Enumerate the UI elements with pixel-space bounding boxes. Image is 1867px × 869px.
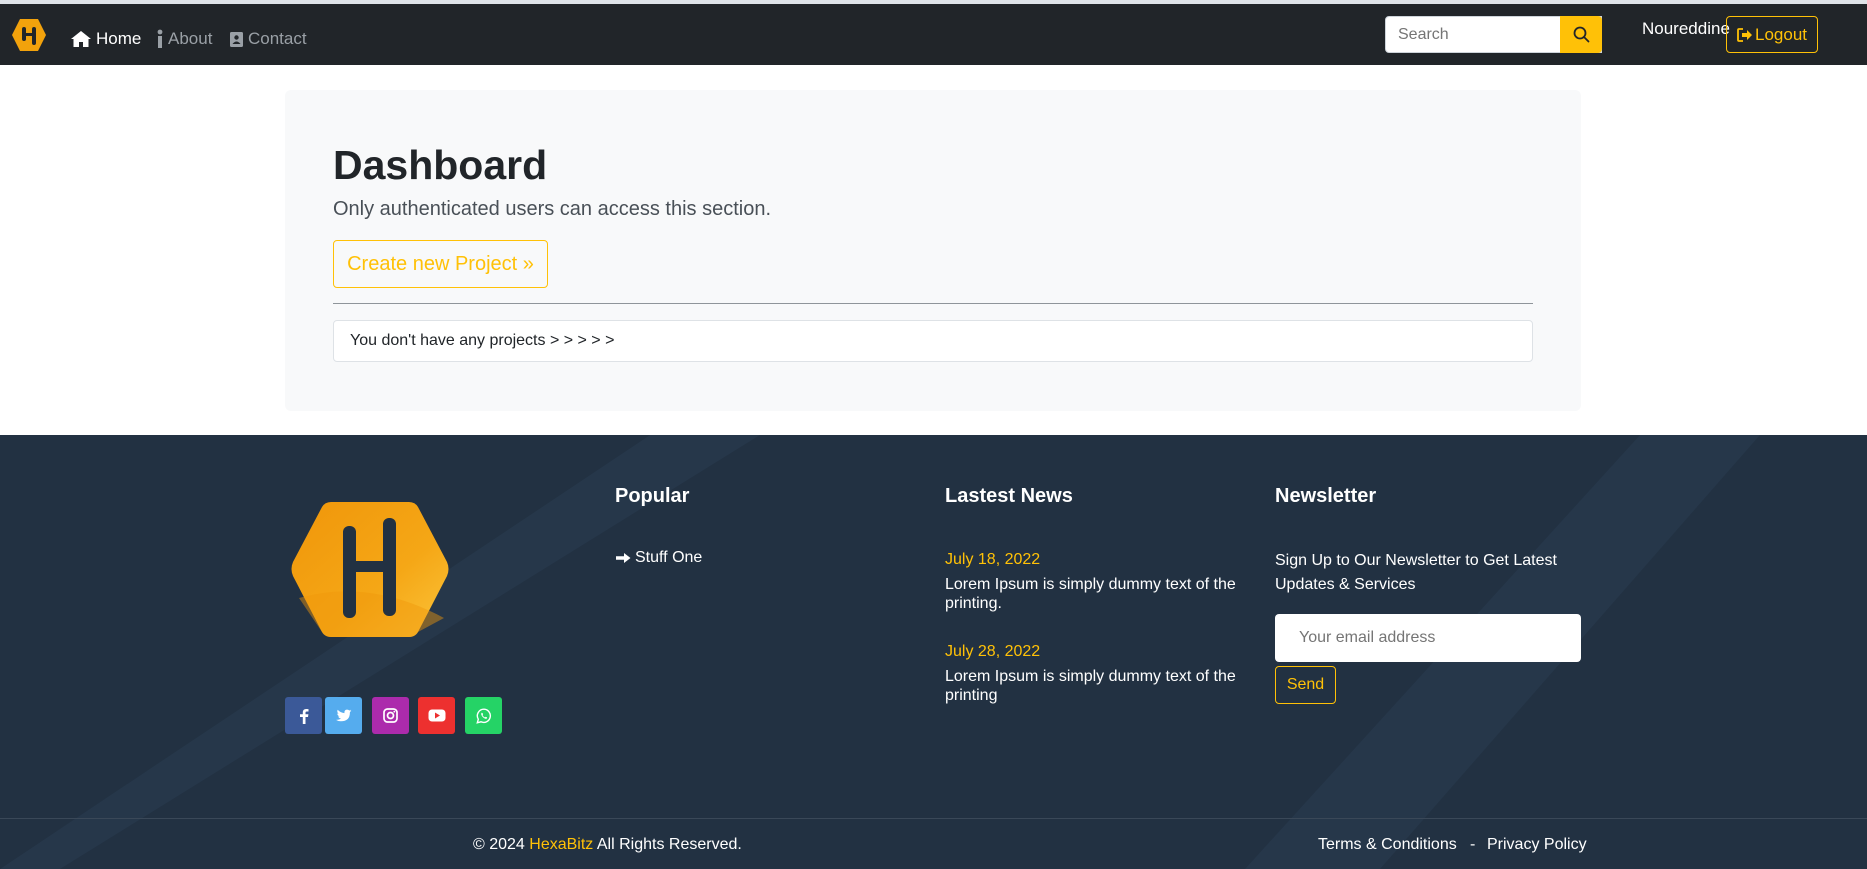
home-icon [71,31,91,47]
sign-out-icon [1737,27,1752,42]
news-item-text[interactable]: Lorem Ipsum is simply dummy text of the … [945,575,1255,613]
youtube-button[interactable] [418,697,455,734]
copyright-prefix: © 2024 [473,836,525,853]
news-item-text[interactable]: Lorem Ipsum is simply dummy text of the … [945,667,1255,705]
logout-button[interactable]: Logout [1726,16,1818,53]
create-project-button[interactable]: Create new Project » [333,240,548,288]
news-title: Lastest News [945,485,1073,507]
divider [333,303,1533,304]
search-icon [1573,26,1589,43]
brand-logo[interactable] [11,18,47,52]
newsletter-email-input[interactable] [1275,614,1581,662]
newsletter-description: Sign Up to Our Newsletter to Get Latest … [1275,552,1557,593]
whatsapp-button[interactable] [465,697,502,734]
nav-contact[interactable]: Contact [229,25,307,53]
hexabitz-logo [291,502,449,637]
username: Noureddine [1642,19,1730,38]
nav-about-label: About [168,29,213,48]
twitter-icon [336,709,352,721]
copyright-suffix: All Rights Reserved. [596,836,742,853]
empty-projects-message: You don't have any projects > > > > > [333,320,1533,362]
nav-about[interactable]: About [156,25,212,53]
whatsapp-icon [475,707,491,724]
instagram-icon [383,708,398,723]
popular-title: Popular [615,485,690,507]
footer-divider [0,818,1867,819]
twitter-button[interactable] [325,697,362,734]
nav-contact-label: Contact [248,29,307,48]
newsletter-title: Newsletter [1275,485,1377,507]
privacy-link[interactable]: Privacy Policy [1487,836,1587,854]
nav-home[interactable]: Home [70,25,141,53]
arrow-right-icon [616,553,631,563]
news-date: July 28, 2022 [945,643,1041,660]
legal-separator: - [1470,836,1476,853]
nav-home-label: Home [96,29,142,48]
dashboard-lead: Only authenticated users can access this… [333,198,772,220]
search-button[interactable] [1560,16,1602,53]
address-book-icon [230,31,243,47]
navbar: Home About Contact Noureddine Logout [0,4,1867,65]
info-icon [157,29,163,48]
logout-label: Logout [1755,24,1807,44]
newsletter-send-button[interactable]: Send [1275,666,1336,704]
copyright: © 2024 HexaBitz All Rights Reserved. [473,836,742,854]
footer: Popular Stuff One Lastest News July 18, … [0,435,1867,869]
brand-link[interactable]: HexaBitz [529,836,593,853]
popular-link-stuff-one[interactable]: Stuff One [615,549,702,567]
dashboard-panel: Dashboard Only authenticated users can a… [285,90,1581,411]
facebook-button[interactable] [285,697,322,734]
terms-link[interactable]: Terms & Conditions [1318,836,1457,854]
youtube-icon [428,709,445,722]
footer-background-pattern [0,435,1760,869]
page-title: Dashboard [333,142,548,188]
popular-link-label: Stuff One [635,549,703,566]
instagram-button[interactable] [372,697,409,734]
facebook-icon [299,708,308,724]
news-date: July 18, 2022 [945,551,1041,568]
